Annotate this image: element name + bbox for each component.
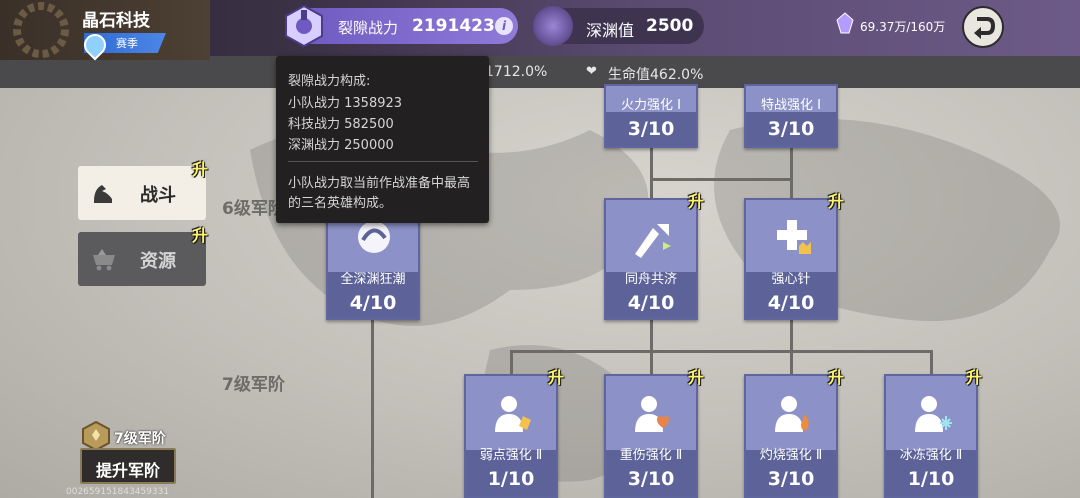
gear-emblem-icon [13, 2, 69, 58]
node-level: 3/10 [627, 468, 675, 490]
season-label: 赛季 [116, 37, 138, 50]
node-level: 4/10 [627, 292, 675, 314]
crystal-icon [836, 12, 854, 34]
tech-node-heart-shot[interactable]: 强心针 4/10 [744, 198, 838, 320]
connector [790, 148, 793, 200]
hp-stat-label: 生命值 [608, 67, 650, 83]
user-id: 002659151843459331 [66, 487, 170, 497]
hp-stat-value: 462.0% [650, 67, 704, 83]
tooltip-line: 小队战力 1358923 [288, 96, 403, 111]
upgrade-badge: 升 [688, 192, 705, 211]
node-name: 特战强化 Ⅰ [761, 98, 821, 113]
upgrade-badge: 升 [828, 192, 845, 211]
promote-rank-button[interactable]: 提升军阶 [80, 448, 176, 484]
tech-node-firepower-1[interactable]: 火力强化 Ⅰ 3/10 [604, 84, 698, 148]
node-name: 火力强化 Ⅰ [621, 98, 681, 113]
info-icon[interactable]: i [495, 17, 513, 35]
org-name: 晶石科技 [82, 11, 150, 31]
crystal-counter: 69.37万/160万 [860, 20, 946, 34]
tech-node-burn-2[interactable]: 灼烧强化 Ⅱ 3/10 [744, 374, 838, 498]
node-level: 1/10 [907, 468, 955, 490]
tab-combat[interactable]: 战斗 [78, 166, 206, 220]
connector [510, 350, 933, 353]
abyss-value-number: 2500 [646, 16, 694, 36]
mine-cart-icon [93, 249, 115, 271]
node-name: 强心针 [771, 272, 811, 287]
tech-node-special-1[interactable]: 特战强化 Ⅰ 3/10 [744, 84, 838, 148]
arm-flex-icon [94, 185, 112, 203]
tab-combat-label: 战斗 [140, 185, 176, 206]
back-button[interactable] [962, 6, 1004, 48]
upgrade-badge: 升 [192, 160, 209, 179]
connector [650, 148, 653, 200]
node-name: 全深渊狂潮 [340, 272, 406, 287]
upgrade-badge: 升 [688, 368, 705, 387]
abyss-value-label: 深渊值 [586, 21, 635, 40]
soldier-snowflake-icon [915, 396, 952, 432]
tech-node-freeze-2[interactable]: 冰冻强化 Ⅱ 1/10 [884, 374, 978, 498]
tech-node-same-boat[interactable]: 同舟共济 4/10 [604, 198, 698, 320]
tech-node-weakpoint-2[interactable]: 弱点强化 Ⅱ 1/10 [464, 374, 558, 498]
node-level: 1/10 [487, 468, 535, 490]
node-name: 同舟共济 [624, 272, 677, 287]
node-name: 冰冻强化 Ⅱ [899, 448, 963, 463]
upgrade-badge: 升 [828, 368, 845, 387]
tier-label-7: 7级军阶 [222, 375, 285, 395]
tooltip-title: 裂隙战力构成: [288, 74, 371, 89]
promote-rank-label: 提升军阶 [96, 461, 161, 480]
tooltip-divider [288, 161, 478, 162]
soldier-weakpoint-icon [495, 396, 531, 432]
tooltip-line: 科技战力 582500 [288, 117, 394, 132]
upgrade-badge: 升 [966, 368, 983, 387]
connector [650, 320, 653, 376]
rift-power-label: 裂隙战力 [338, 19, 399, 37]
tech-node-heavy-wound-2[interactable]: 重伤强化 Ⅱ 3/10 [604, 374, 698, 498]
current-rank-label: 7级军阶 [114, 431, 166, 447]
gear-shield-icon [285, 4, 323, 48]
soldier-flame-icon [775, 396, 809, 432]
medic-crown-icon [777, 220, 811, 254]
node-name: 弱点强化 Ⅱ [479, 448, 543, 463]
heart-icon: ❤ [586, 64, 597, 79]
connector [371, 320, 374, 498]
hp-stat: 生命值462.0% [608, 64, 703, 84]
node-level: 4/10 [349, 292, 397, 314]
upgrade-badge: 升 [192, 226, 209, 245]
node-level: 3/10 [767, 118, 815, 140]
power-breakdown-tooltip: 裂隙战力构成: 小队战力 1358923 科技战力 582500 深渊战力 25… [276, 56, 489, 223]
connector [510, 350, 513, 376]
tab-resource-label: 资源 [140, 251, 176, 272]
node-level: 4/10 [767, 292, 815, 314]
stat-value-1: 1712.0% [485, 64, 548, 80]
tooltip-line: 深渊战力 250000 [288, 138, 394, 153]
soldier-heart-icon [635, 396, 669, 432]
back-arrow-icon [974, 17, 996, 39]
arrow-flag-icon [635, 224, 671, 258]
node-name: 灼烧强化 Ⅱ [759, 448, 823, 463]
node-level: 3/10 [627, 118, 675, 140]
tab-resource[interactable]: 资源 [78, 232, 206, 286]
tooltip-note: 小队战力取当前作战准备中最高的三名英雄构成。 [288, 176, 471, 211]
rift-power-value: 2191423 [412, 16, 495, 36]
connector [790, 320, 793, 376]
connector [930, 350, 933, 376]
node-name: 重伤强化 Ⅱ [619, 448, 683, 463]
connector [650, 178, 793, 181]
upgrade-badge: 升 [548, 368, 565, 387]
node-level: 3/10 [767, 468, 815, 490]
abyss-orb-icon [533, 6, 573, 46]
